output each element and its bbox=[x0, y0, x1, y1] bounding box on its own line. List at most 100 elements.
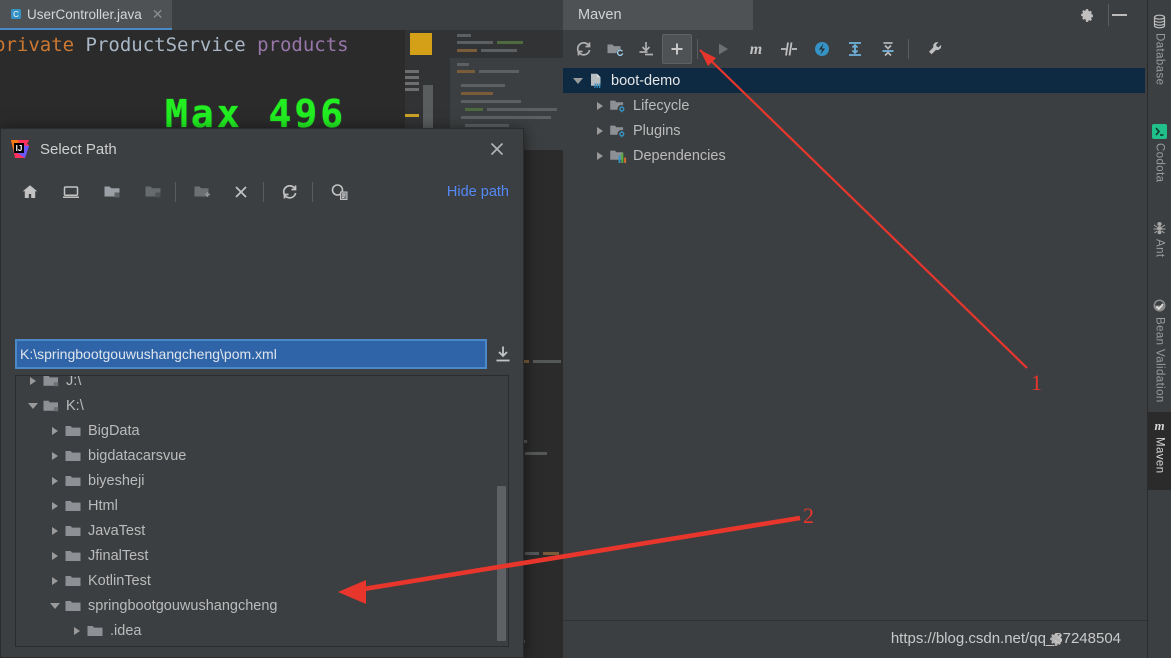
chevron-right-icon[interactable] bbox=[68, 643, 86, 646]
file-tree-row[interactable]: BigData bbox=[16, 418, 508, 443]
chevron-right-icon[interactable] bbox=[46, 418, 64, 443]
chevron-down-icon[interactable] bbox=[569, 68, 587, 93]
minimap-marker bbox=[410, 33, 432, 55]
path-input[interactable] bbox=[17, 341, 485, 367]
close-icon[interactable]: ✕ bbox=[152, 7, 164, 21]
minimize-icon[interactable] bbox=[1112, 14, 1127, 16]
stripe-button-codota[interactable]: Codota bbox=[1148, 118, 1171, 206]
file-tree-row[interactable]: .idea bbox=[16, 618, 508, 643]
intellij-idea-logo: IJ bbox=[10, 139, 30, 159]
file-tree-row[interactable]: springbootgouwushangcheng bbox=[16, 593, 508, 618]
download-icon[interactable] bbox=[493, 344, 513, 364]
editor-tab-usercontroller[interactable]: C UserController.java ✕ bbox=[0, 0, 172, 30]
chevron-right-icon[interactable] bbox=[46, 493, 64, 518]
file-tree-row[interactable]: src bbox=[16, 643, 508, 646]
file-tree-row[interactable]: Html bbox=[16, 493, 508, 518]
chevron-right-icon[interactable] bbox=[46, 518, 64, 543]
chevron-right-icon[interactable] bbox=[46, 468, 64, 493]
new-folder-icon bbox=[187, 177, 217, 207]
toggle-offline-icon[interactable] bbox=[774, 34, 804, 64]
minimap-line bbox=[461, 100, 521, 103]
file-tree-label: Html bbox=[88, 497, 118, 514]
stripe-button-maven[interactable]: m Maven bbox=[1148, 412, 1171, 490]
settings-wrench-icon[interactable] bbox=[920, 34, 950, 64]
hide-path-link[interactable]: Hide path bbox=[447, 184, 509, 200]
toolbar-divider bbox=[908, 39, 909, 59]
file-tree-label: bigdatacarsvue bbox=[88, 447, 187, 464]
svg-text:m: m bbox=[1154, 418, 1164, 433]
svg-text:C: C bbox=[13, 10, 19, 19]
maven-tree-row[interactable]: m boot-demo bbox=[563, 68, 1145, 93]
file-tree-row[interactable]: J:\ bbox=[16, 376, 508, 393]
toolbar-divider bbox=[263, 182, 264, 202]
folder-down-icon bbox=[138, 177, 168, 207]
generate-sources-icon[interactable] bbox=[600, 34, 630, 64]
file-tree-label: springbootgouwushangcheng bbox=[88, 597, 278, 614]
file-tree[interactable]: J:\ K:\ BigData bigdatacarsvue biyesheji Html… bbox=[16, 376, 508, 646]
file-tree-row[interactable]: JavaTest bbox=[16, 518, 508, 543]
file-tree-row[interactable]: bigdatacarsvue bbox=[16, 443, 508, 468]
file-tree-row[interactable]: K:\ bbox=[16, 393, 508, 418]
plugins-folder-icon bbox=[609, 122, 627, 140]
toolbar-divider bbox=[312, 182, 313, 202]
chevron-right-icon[interactable] bbox=[591, 93, 609, 118]
stripe-button-ant[interactable]: Ant bbox=[1148, 214, 1171, 284]
maven-header-tab[interactable]: Maven bbox=[563, 0, 753, 30]
reimport-icon[interactable] bbox=[569, 34, 599, 64]
execute-goal-icon[interactable]: m bbox=[741, 34, 771, 64]
chevron-right-icon[interactable] bbox=[24, 376, 42, 393]
dialog-titlebar: IJ Select Path bbox=[1, 129, 523, 169]
chevron-right-icon[interactable] bbox=[46, 443, 64, 468]
maven-tree-label: Dependencies bbox=[633, 147, 726, 164]
svg-text:m: m bbox=[750, 41, 762, 58]
add-maven-project-icon[interactable] bbox=[662, 34, 692, 64]
download-sources-icon[interactable] bbox=[631, 34, 661, 64]
toggle-skip-tests-icon[interactable] bbox=[807, 34, 837, 64]
show-hidden-files-icon[interactable] bbox=[324, 177, 354, 207]
minimap-line bbox=[457, 63, 469, 66]
minimap-line bbox=[465, 124, 509, 127]
stripe-button-bean-validation[interactable]: Bean Validation bbox=[1148, 292, 1171, 404]
file-tree-label: K:\ bbox=[66, 397, 84, 414]
maven-tree-row[interactable]: Lifecycle bbox=[563, 93, 1147, 118]
close-icon[interactable] bbox=[488, 140, 506, 158]
file-tree-label: KotlinTest bbox=[88, 572, 151, 589]
maven-tree-row[interactable]: Dependencies bbox=[563, 143, 1147, 168]
minimap-line bbox=[461, 92, 493, 95]
chevron-down-icon[interactable] bbox=[24, 393, 42, 418]
desktop-icon[interactable] bbox=[56, 177, 86, 207]
path-row bbox=[1, 339, 523, 373]
file-tree-row[interactable]: JfinalTest bbox=[16, 543, 508, 568]
gear-icon[interactable] bbox=[1078, 7, 1095, 24]
refresh-icon[interactable] bbox=[275, 177, 305, 207]
file-tree-scrollbar[interactable] bbox=[497, 486, 506, 641]
svg-text:m: m bbox=[594, 80, 601, 90]
folder-up-icon[interactable] bbox=[97, 177, 127, 207]
chevron-right-icon[interactable] bbox=[591, 118, 609, 143]
delete-icon[interactable] bbox=[226, 177, 256, 207]
chevron-right-icon[interactable] bbox=[68, 618, 86, 643]
minimap-line bbox=[461, 116, 551, 119]
status-bar: https://blog.csdn.net/qq_37248504 bbox=[563, 620, 1147, 658]
folder-icon bbox=[86, 622, 104, 640]
minimap-line bbox=[457, 70, 475, 73]
home-icon[interactable] bbox=[15, 177, 45, 207]
stripe-label: Codota bbox=[1153, 143, 1166, 183]
collapse-all-icon[interactable] bbox=[873, 34, 903, 64]
maven-tool-window: Maven m m boot-demo Lifecycle Plugins De… bbox=[563, 0, 1147, 658]
file-tree-panel[interactable]: J:\ K:\ BigData bigdatacarsvue biyesheji Html… bbox=[15, 375, 509, 647]
maven-tree-row[interactable]: Plugins bbox=[563, 118, 1147, 143]
chevron-right-icon[interactable] bbox=[591, 143, 609, 168]
file-tree-row[interactable]: KotlinTest bbox=[16, 568, 508, 593]
stripe-button-database[interactable]: Database bbox=[1148, 8, 1171, 110]
folder-icon bbox=[64, 547, 82, 565]
chevron-down-icon[interactable] bbox=[46, 593, 64, 618]
expand-all-icon[interactable] bbox=[840, 34, 870, 64]
path-input-wrapper[interactable] bbox=[15, 339, 487, 369]
chevron-right-icon[interactable] bbox=[46, 568, 64, 593]
minimap-line bbox=[457, 34, 471, 37]
chevron-right-icon[interactable] bbox=[46, 543, 64, 568]
maven-project-tree[interactable]: m boot-demo Lifecycle Plugins Dependencies bbox=[563, 68, 1147, 168]
drive-folder-icon bbox=[42, 397, 60, 415]
file-tree-row[interactable]: biyesheji bbox=[16, 468, 508, 493]
